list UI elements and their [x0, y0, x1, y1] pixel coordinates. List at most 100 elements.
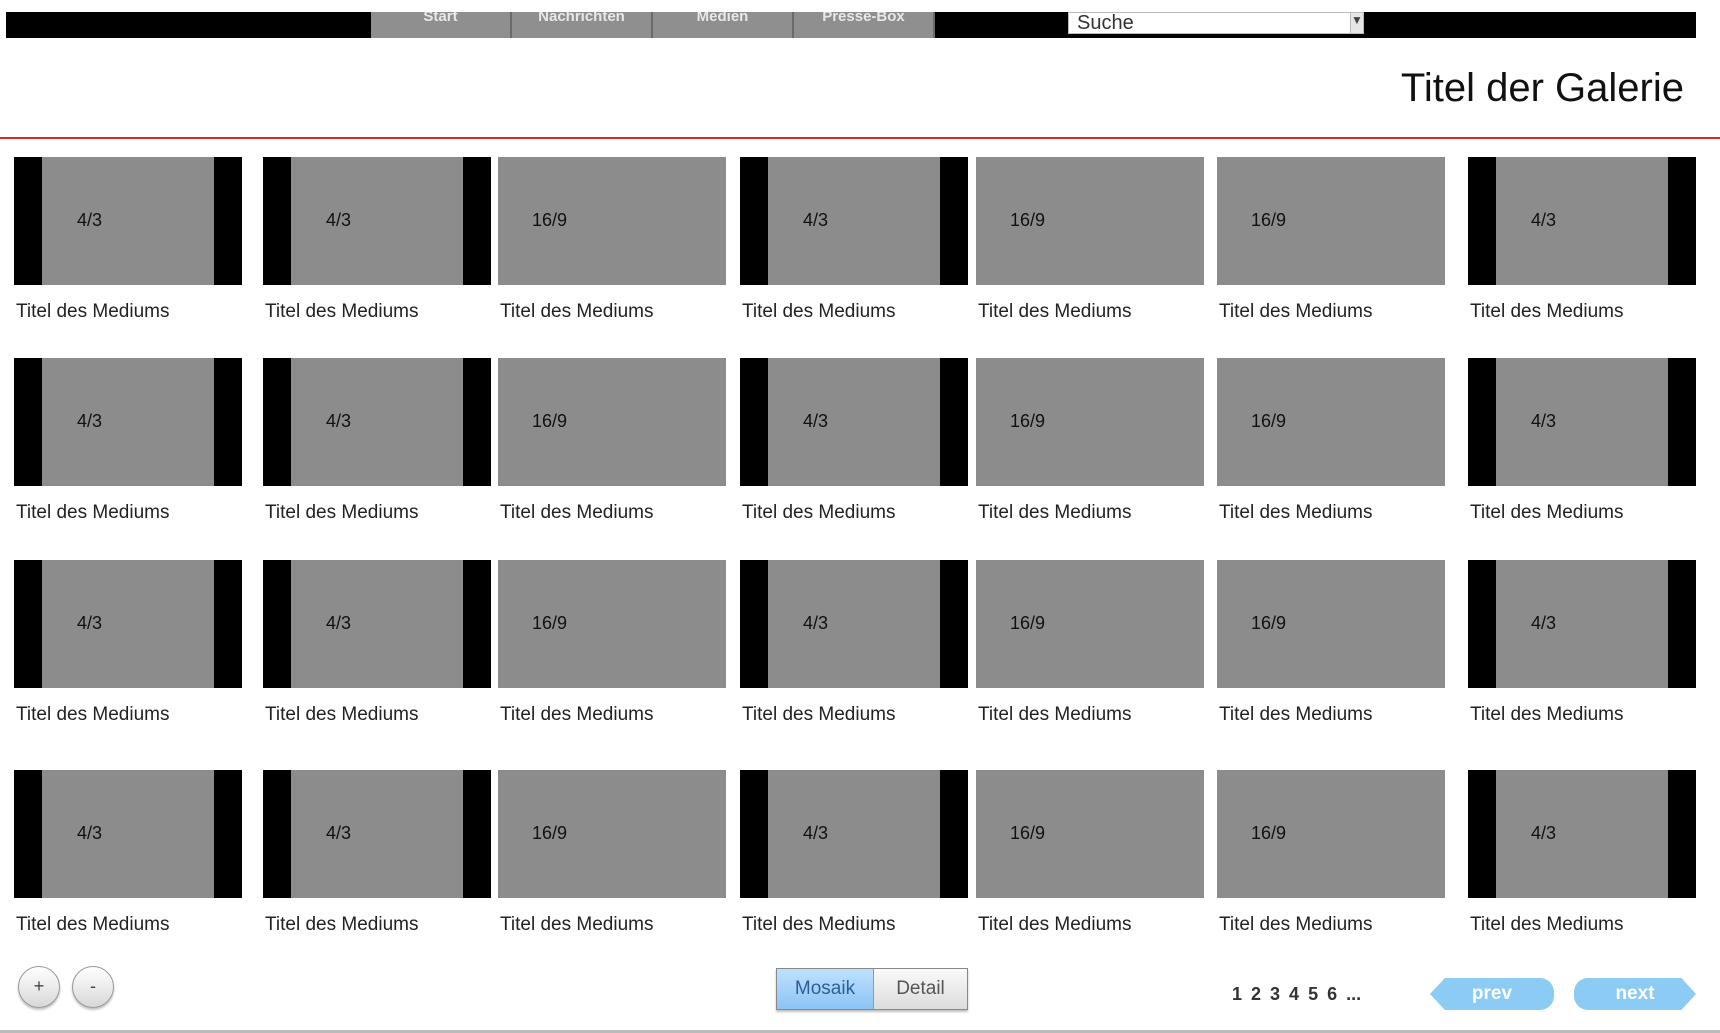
page-5-link[interactable]: 5	[1308, 984, 1318, 1005]
aspect-ratio-label: 16/9	[1251, 613, 1287, 633]
media-thumbnail[interactable]: 4/3	[263, 770, 491, 898]
media-thumbnail[interactable]: 16/9	[976, 358, 1204, 486]
aspect-ratio-label: 16/9	[1010, 613, 1046, 633]
media-tile[interactable]: 4/3 Titel des Mediums	[1468, 358, 1696, 524]
aspect-ratio-label: 16/9	[1251, 210, 1287, 230]
nav-item-nachrichten[interactable]: Nachrichten	[512, 12, 653, 38]
prev-button[interactable]: prev	[1430, 978, 1554, 1010]
media-thumbnail[interactable]: 4/3	[263, 560, 491, 688]
media-tile[interactable]: 4/3 Titel des Mediums	[1468, 157, 1696, 323]
media-tile[interactable]: 16/9 Titel des Mediums	[498, 770, 726, 936]
media-tile[interactable]: 16/9 Titel des Mediums	[498, 560, 726, 726]
media-tile[interactable]: 16/9 Titel des Mediums	[976, 560, 1204, 726]
aspect-ratio-label: 4/3	[1531, 613, 1557, 633]
media-thumbnail[interactable]: 16/9	[1217, 358, 1445, 486]
media-thumbnail[interactable]: 4/3	[740, 770, 968, 898]
next-button[interactable]: next	[1574, 978, 1696, 1010]
media-tile[interactable]: 4/3 Titel des Mediums	[263, 560, 491, 726]
media-thumbnail[interactable]: 4/3	[740, 358, 968, 486]
media-thumbnail[interactable]: 16/9	[498, 157, 726, 285]
nav-item-start[interactable]: Start	[371, 12, 512, 38]
media-thumbnail[interactable]: 4/3	[740, 157, 968, 285]
media-thumbnail[interactable]: 16/9	[976, 157, 1204, 285]
media-thumbnail[interactable]: 16/9	[976, 770, 1204, 898]
media-thumbnail[interactable]: 4/3	[14, 770, 242, 898]
media-tile[interactable]: 16/9 Titel des Mediums	[498, 358, 726, 524]
media-tile[interactable]: 16/9 Titel des Mediums	[1217, 560, 1445, 726]
media-tile[interactable]: 4/3 Titel des Mediums	[740, 157, 968, 323]
aspect-ratio-label: 16/9	[1010, 411, 1046, 431]
zoom-in-button[interactable]: +	[18, 966, 60, 1008]
media-tile[interactable]: 4/3 Titel des Mediums	[263, 157, 491, 323]
page-ellipsis[interactable]: ...	[1346, 984, 1361, 1005]
media-caption: Titel des Mediums	[978, 914, 1132, 935]
media-thumbnail[interactable]: 4/3	[263, 358, 491, 486]
aspect-ratio-label: 4/3	[77, 411, 103, 431]
media-caption: Titel des Mediums	[16, 914, 170, 935]
media-thumbnail[interactable]: 16/9	[1217, 770, 1445, 898]
media-caption: Titel des Mediums	[742, 301, 896, 322]
nav-item-presse-box[interactable]: Presse-Box	[794, 12, 935, 38]
zoom-out-button[interactable]: -	[72, 966, 114, 1008]
page-3-link[interactable]: 3	[1270, 984, 1280, 1005]
page-2-link[interactable]: 2	[1251, 984, 1261, 1005]
aspect-ratio-label: 16/9	[1251, 411, 1287, 431]
detail-view-button[interactable]: Detail	[873, 969, 967, 1009]
media-thumbnail[interactable]: 16/9	[498, 358, 726, 486]
media-caption: Titel des Mediums	[500, 502, 654, 523]
aspect-ratio-label: 4/3	[326, 210, 352, 230]
media-tile[interactable]: 16/9 Titel des Mediums	[976, 358, 1204, 524]
media-tile[interactable]: 16/9 Titel des Mediums	[498, 157, 726, 323]
top-navigation-bar: Start Nachrichten Medien Presse-Box ▼	[6, 12, 1696, 38]
media-tile[interactable]: 4/3 Titel des Mediums	[263, 358, 491, 524]
media-tile[interactable]: 4/3 Titel des Mediums	[14, 358, 242, 524]
media-caption: Titel des Mediums	[265, 301, 419, 322]
search-input[interactable]	[1069, 13, 1350, 33]
media-tile[interactable]: 16/9 Titel des Mediums	[1217, 770, 1445, 936]
media-thumbnail[interactable]: 4/3	[740, 560, 968, 688]
media-tile[interactable]: 4/3 Titel des Mediums	[740, 770, 968, 936]
media-thumbnail[interactable]: 16/9	[976, 560, 1204, 688]
media-tile[interactable]: 4/3 Titel des Mediums	[14, 560, 242, 726]
media-thumbnail[interactable]: 4/3	[14, 560, 242, 688]
media-thumbnail[interactable]: 4/3	[14, 157, 242, 285]
media-thumbnail[interactable]: 16/9	[1217, 157, 1445, 285]
media-thumbnail[interactable]: 4/3	[1468, 358, 1696, 486]
media-caption: Titel des Mediums	[16, 704, 170, 725]
media-tile[interactable]: 4/3 Titel des Mediums	[14, 157, 242, 323]
media-tile[interactable]: 16/9 Titel des Mediums	[1217, 157, 1445, 323]
media-thumbnail[interactable]: 4/3	[1468, 157, 1696, 285]
media-tile[interactable]: 4/3 Titel des Mediums	[263, 770, 491, 936]
media-caption: Titel des Mediums	[1219, 502, 1373, 523]
nav-item-medien[interactable]: Medien	[653, 12, 794, 38]
media-thumbnail[interactable]: 4/3	[1468, 770, 1696, 898]
media-caption: Titel des Mediums	[500, 914, 654, 935]
aspect-ratio-label: 4/3	[77, 613, 103, 633]
media-thumbnail[interactable]: 16/9	[1217, 560, 1445, 688]
chevron-down-icon[interactable]: ▼	[1350, 13, 1363, 33]
media-thumbnail[interactable]: 16/9	[498, 560, 726, 688]
media-caption: Titel des Mediums	[500, 301, 654, 322]
media-caption: Titel des Mediums	[1219, 704, 1373, 725]
media-caption: Titel des Mediums	[742, 704, 896, 725]
media-tile[interactable]: 16/9 Titel des Mediums	[1217, 358, 1445, 524]
page-4-link[interactable]: 4	[1289, 984, 1299, 1005]
media-thumbnail[interactable]: 16/9	[498, 770, 726, 898]
media-tile[interactable]: 16/9 Titel des Mediums	[976, 770, 1204, 936]
media-thumbnail[interactable]: 4/3	[263, 157, 491, 285]
mosaic-view-button[interactable]: Mosaik	[777, 969, 873, 1009]
media-caption: Titel des Mediums	[500, 704, 654, 725]
media-thumbnail[interactable]: 4/3	[14, 358, 242, 486]
media-tile[interactable]: 4/3 Titel des Mediums	[14, 770, 242, 936]
media-tile[interactable]: 16/9 Titel des Mediums	[976, 157, 1204, 323]
media-tile[interactable]: 4/3 Titel des Mediums	[1468, 560, 1696, 726]
media-tile[interactable]: 4/3 Titel des Mediums	[740, 560, 968, 726]
media-caption: Titel des Mediums	[742, 914, 896, 935]
aspect-ratio-label: 4/3	[77, 823, 103, 843]
page-6-link[interactable]: 6	[1327, 984, 1337, 1005]
aspect-ratio-label: 4/3	[326, 613, 352, 633]
media-tile[interactable]: 4/3 Titel des Mediums	[1468, 770, 1696, 936]
media-tile[interactable]: 4/3 Titel des Mediums	[740, 358, 968, 524]
page-1-link[interactable]: 1	[1232, 984, 1242, 1005]
media-thumbnail[interactable]: 4/3	[1468, 560, 1696, 688]
